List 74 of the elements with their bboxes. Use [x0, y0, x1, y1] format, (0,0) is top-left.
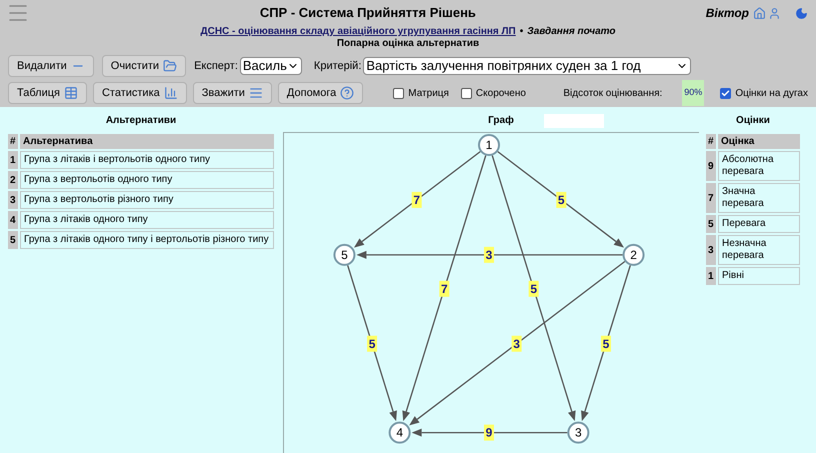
edge-label: 9 [484, 424, 494, 441]
row-number: 3 [8, 191, 18, 209]
table-cell: Група з вертольотів одного типу [20, 171, 274, 189]
column-header: Оцінка [718, 134, 800, 149]
table-cell: Значна перевага [718, 183, 800, 213]
blank-patch [544, 114, 604, 128]
graph-title: Граф [488, 114, 514, 128]
edge-label: 3 [512, 336, 522, 352]
row-number: 9 [706, 151, 716, 181]
row-number: 1 [706, 267, 716, 285]
row-number: 5 [8, 231, 18, 249]
user-name[interactable]: Віктор [706, 4, 749, 22]
toolbar-button[interactable]: Очистити [102, 55, 186, 77]
user-icon[interactable] [768, 6, 781, 20]
help-icon [340, 86, 354, 100]
app-title: СПР - Система Прийняття Рішень [258, 4, 477, 22]
row-number: 4 [8, 211, 18, 229]
toolbar-button[interactable]: Зважити [192, 82, 272, 104]
table-cell: Перевага [718, 215, 800, 233]
graph-node[interactable]: 3 [567, 422, 590, 444]
panel-title: Альтернативи [106, 114, 176, 128]
progress-value: 90% [682, 80, 704, 106]
toolbar-button[interactable]: Допомога [278, 82, 364, 104]
edge-label: 5 [600, 336, 611, 352]
table-cell: Незначна перевага [718, 235, 800, 265]
graph-node[interactable]: 5 [333, 244, 356, 266]
page-title: Попарна оцінка альтернатив [336, 38, 480, 50]
task-status: Завдання почато [527, 26, 616, 38]
row-number: 2 [8, 171, 18, 189]
table-cell: Група з вертольотів різного типу [20, 191, 274, 209]
table-cell: Група з літаків одного типу [20, 211, 274, 229]
table-cell: Група з літаків і вертольотів одного типу [20, 151, 274, 169]
column-header: # [706, 134, 716, 149]
checkbox[interactable] [460, 88, 472, 98]
bar-chart-icon [164, 86, 178, 100]
checkbox[interactable] [393, 88, 404, 98]
graph-node[interactable]: 1 [478, 134, 500, 156]
panel-title: Оцінки [736, 114, 770, 128]
toolbar-button[interactable]: Видалити [8, 55, 94, 77]
table-icon [64, 86, 78, 100]
expert-label: Експерт: [194, 58, 238, 74]
progress-label: Відсоток оцінювання: [563, 86, 662, 100]
table-cell: Абсолютна перевага [718, 151, 800, 181]
edge-label: 3 [484, 246, 494, 263]
column-header: # [8, 134, 18, 149]
row-number: 1 [8, 151, 18, 169]
edge-label: 5 [367, 336, 378, 352]
home-icon[interactable] [753, 6, 766, 20]
edge-label: 7 [439, 280, 450, 297]
checkbox-label: Матриця [408, 86, 449, 100]
row-number: 5 [706, 215, 716, 233]
toolbar-button[interactable]: Статистика [92, 82, 187, 104]
folder-icon [163, 59, 178, 73]
moon-icon[interactable] [795, 6, 808, 20]
edge-label: 5 [528, 280, 539, 297]
lines-icon [248, 86, 263, 100]
table-cell: Рівні [718, 267, 800, 285]
toolbar-button[interactable]: Таблиця [8, 82, 87, 104]
graph-node[interactable]: 4 [388, 422, 411, 444]
expert-select[interactable]: Василь [240, 57, 302, 75]
column-header: Альтернатива [20, 134, 274, 149]
graph-node[interactable]: 2 [622, 244, 645, 266]
checkbox-label: Скорочено [476, 86, 526, 100]
criterion-label: Критерій: [314, 58, 362, 74]
project-link[interactable]: ДСНС - оцінювання складу авіаційного угрупування гасіння ЛП [200, 26, 516, 38]
edge-label: 5 [556, 192, 566, 208]
row-number: 3 [706, 235, 716, 265]
separator: • [520, 26, 524, 38]
table-cell: Група з літаків одного типу і вертольотів різного типу [20, 231, 274, 249]
checkbox-label: Оцінки на дугах [735, 86, 808, 100]
edge-label: 7 [412, 192, 422, 208]
checkbox[interactable] [720, 88, 732, 98]
row-number: 7 [706, 183, 716, 213]
criterion-select[interactable]: Вартість залучення повітряних суден за 1 год [363, 57, 692, 75]
